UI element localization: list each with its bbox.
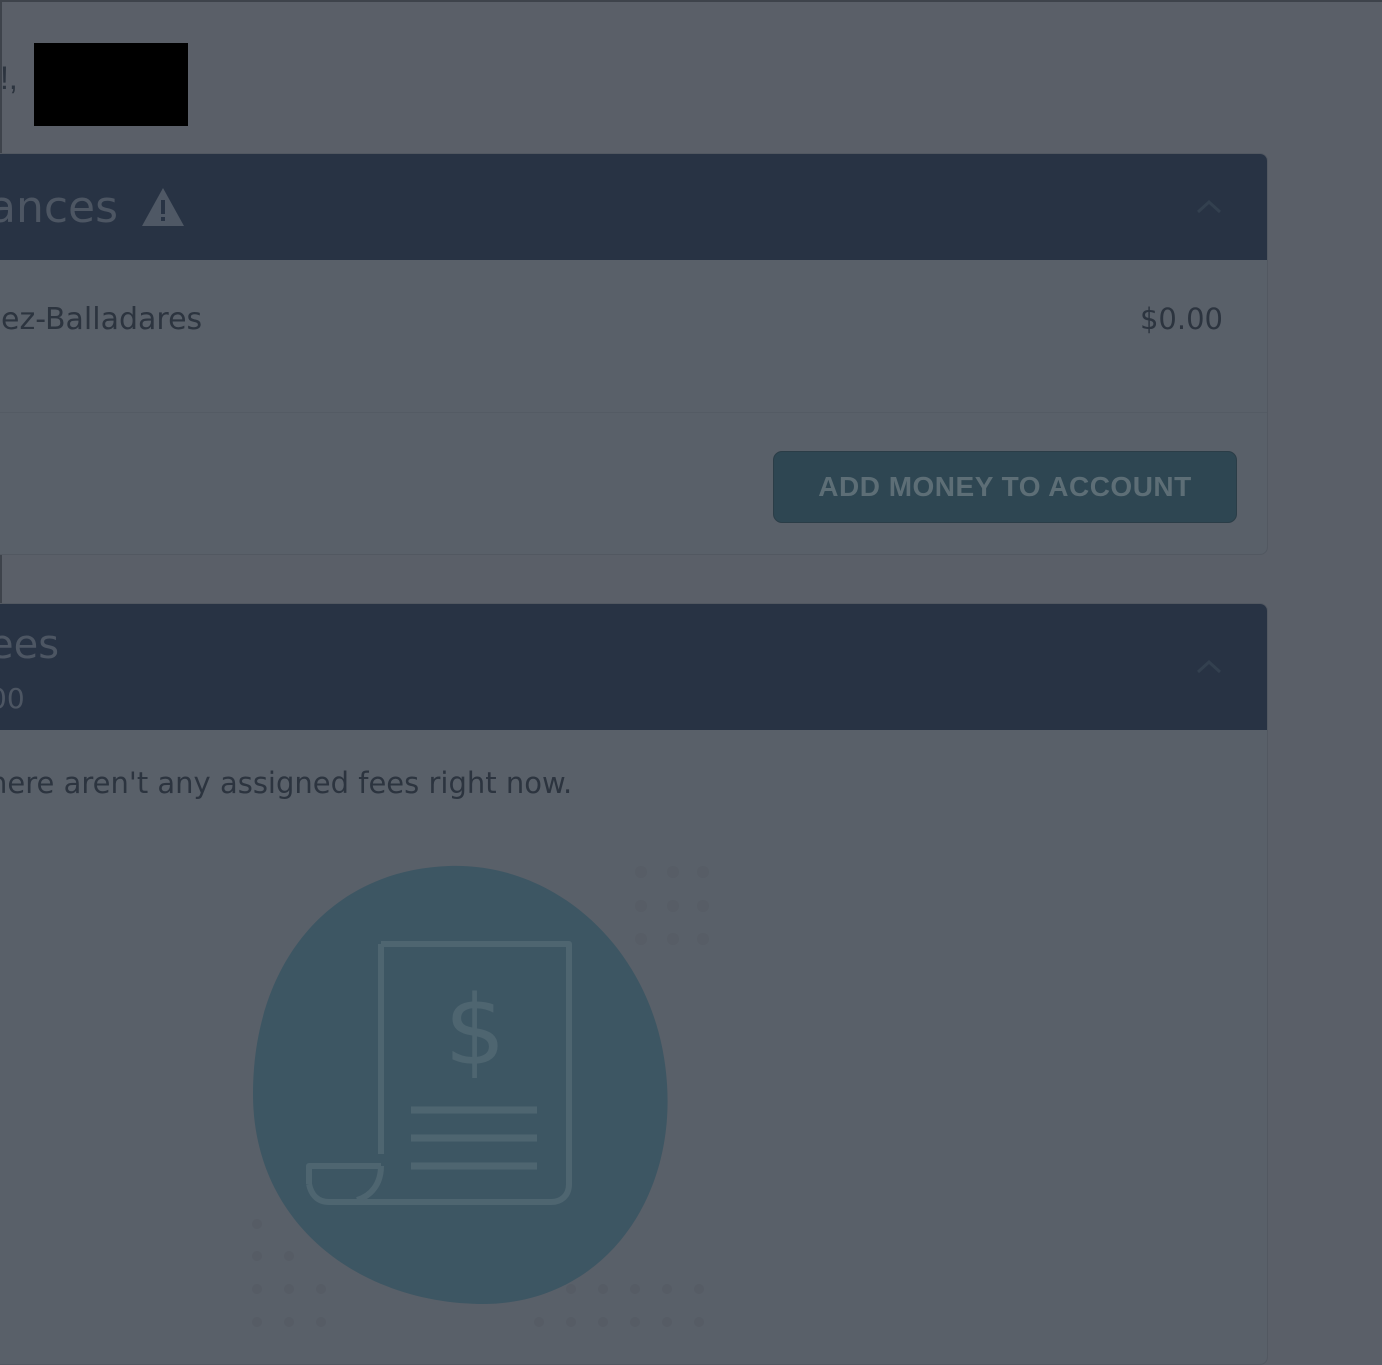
student-name: ez-Balladares	[1, 302, 203, 337]
top-border	[0, 0, 1382, 2]
fees-card-header[interactable]: ees 00	[0, 604, 1267, 730]
greeting: !,	[0, 60, 18, 96]
chevron-up-icon[interactable]	[1195, 198, 1223, 214]
student-balance-row: ez-Balladares $0.00	[0, 302, 1267, 413]
balance-amount: $0.00	[1139, 302, 1223, 336]
balances-card-header[interactable]: ances	[0, 154, 1267, 260]
add-money-button[interactable]: ADD MONEY TO ACCOUNT	[773, 451, 1237, 523]
receipt-dollar-icon: $	[252, 865, 709, 1327]
balances-title: ances	[0, 182, 119, 233]
fees-title: ees	[0, 622, 60, 668]
redacted-name	[34, 43, 188, 126]
warning-icon	[142, 188, 184, 226]
no-fees-message: here aren't any assigned fees right now.	[0, 766, 573, 800]
dot-pattern-top	[635, 866, 709, 945]
balances-card: ances ez-Balladares $0.00 ADD MONEY TO A…	[0, 153, 1268, 555]
chevron-up-icon[interactable]	[1195, 658, 1223, 674]
fees-total: 00	[0, 682, 25, 715]
fees-card: ees 00 here aren't any assigned fees rig…	[0, 603, 1268, 1365]
svg-text:$: $	[444, 975, 505, 1087]
